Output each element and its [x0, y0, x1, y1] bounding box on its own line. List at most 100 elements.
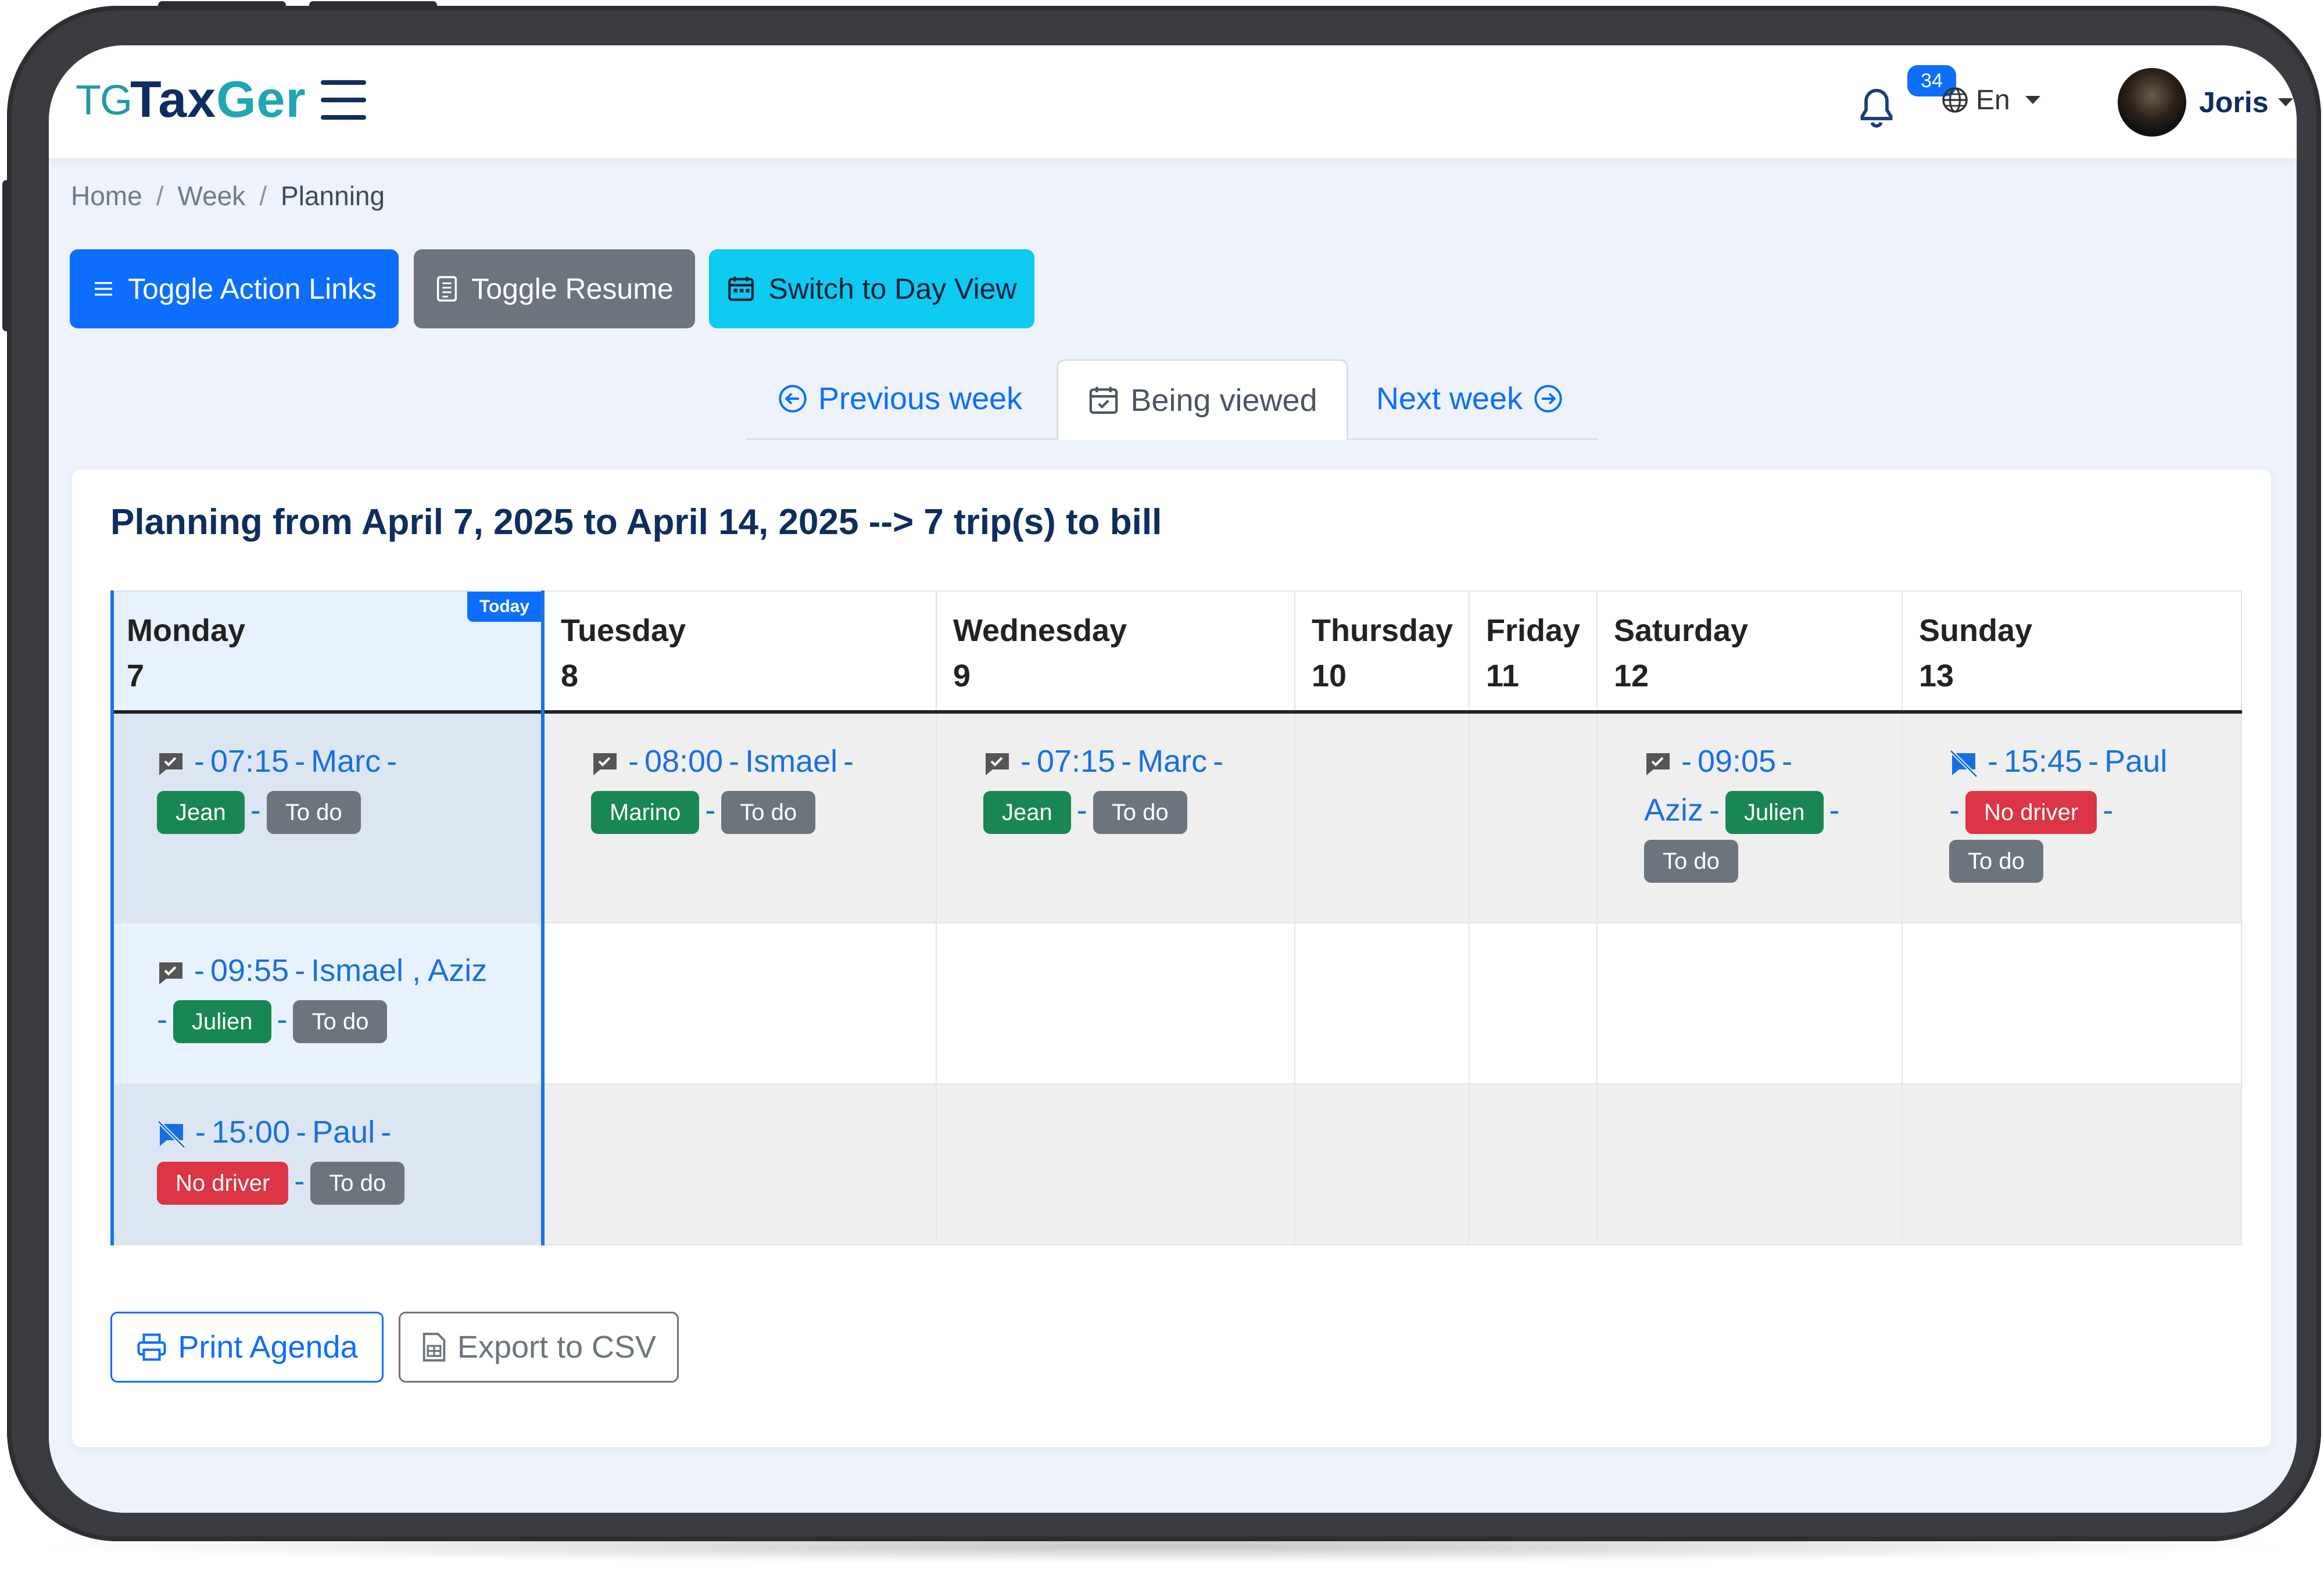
toggle-action-links-button[interactable]: Toggle Action Links	[70, 249, 399, 328]
cell-wednesday-row3	[937, 1084, 1295, 1245]
day-date: 8	[561, 658, 579, 693]
day-date: 10	[1312, 658, 1347, 693]
export-csv-label: Export to CSV	[457, 1330, 657, 1365]
logo-mark: TG	[76, 77, 133, 124]
day-date: 9	[953, 658, 971, 693]
logo-text[interactable]: TaxGer	[130, 70, 306, 129]
print-agenda-button[interactable]: Print Agenda	[110, 1312, 384, 1383]
trip-item[interactable]: -07:15- Marc - Jean - To do	[983, 737, 1285, 835]
bell-icon[interactable]	[1856, 87, 1897, 134]
driver-badge: Jean	[157, 790, 245, 834]
cell-friday-row3	[1470, 1084, 1598, 1245]
status-badge: To do	[1644, 839, 1738, 883]
trip-client: Ismael	[745, 744, 838, 779]
current-week-tab[interactable]: Being viewed	[1057, 359, 1348, 440]
trip-item[interactable]: -09:05- Aziz - Julien - To do	[1644, 737, 1888, 883]
message-check-icon	[159, 753, 182, 775]
logo-text-part1: Tax	[130, 70, 217, 128]
driver-badge: Marino	[591, 790, 700, 834]
hardware-button	[158, 1, 286, 9]
status-badge: To do	[266, 790, 361, 834]
avatar	[2118, 68, 2186, 137]
trip-client: Aziz	[1644, 793, 1704, 828]
trip-item[interactable]: -08:00- Ismael - Marino - To do	[591, 737, 928, 835]
cell-thursday-row2	[1295, 923, 1470, 1084]
day-name: Thursday	[1312, 613, 1453, 648]
day-header-saturday: Saturday 12	[1598, 590, 1903, 710]
calendar-icon	[728, 277, 754, 301]
cell-sunday-row2	[1903, 923, 2242, 1084]
trip-time: 09:55	[210, 953, 289, 988]
driver-badge: Jean	[983, 790, 1071, 834]
cell-friday-row2	[1470, 923, 1598, 1084]
trip-item[interactable]: -15:00- Paul - No driver - To do	[157, 1108, 517, 1205]
trip-client: Marc	[1137, 744, 1208, 779]
switch-day-view-button[interactable]: Switch to Day View	[709, 249, 1034, 328]
hardware-button	[309, 1, 437, 9]
day-header-tuesday: Tuesday 8	[545, 590, 937, 710]
day-date: 12	[1614, 658, 1649, 693]
menu-toggle-icon[interactable]	[321, 80, 366, 121]
message-off-icon	[1949, 749, 1978, 778]
trip-item[interactable]: -15:45- Paul - No driver - To do	[1949, 737, 2228, 883]
export-csv-button[interactable]: Export to CSV	[399, 1312, 679, 1383]
status-badge: To do	[1949, 839, 2043, 883]
driver-badge: Julien	[173, 1000, 271, 1043]
toggle-resume-label: Toggle Resume	[471, 273, 674, 305]
breadcrumb: Home / Week / Planning	[71, 181, 385, 211]
week-navigation: Previous week Being viewed Next week	[746, 359, 1598, 440]
day-name: Friday	[1486, 613, 1581, 648]
day-header-wednesday: Wednesday 9	[937, 590, 1295, 710]
cell-tuesday-row3	[545, 1084, 937, 1245]
user-menu[interactable]: Joris	[2118, 67, 2293, 137]
trip-time: 08:00	[644, 744, 724, 779]
cell-tuesday-row2	[545, 923, 937, 1084]
calendar-check-icon	[1090, 386, 1118, 414]
next-week-label: Next week	[1376, 381, 1523, 416]
next-week-link[interactable]: Next week	[1376, 359, 1563, 438]
current-week-label: Being viewed	[1130, 383, 1317, 418]
trip-time: 07:15	[1036, 744, 1116, 779]
status-badge: To do	[1093, 790, 1187, 834]
previous-week-link[interactable]: Previous week	[778, 359, 1022, 438]
trip-client: Marc	[311, 744, 381, 779]
hardware-button	[2, 180, 10, 331]
trip-item[interactable]: -07:15- Marc - Jean - To do	[157, 737, 517, 835]
day-name: Sunday	[1919, 613, 2033, 648]
breadcrumb-current: Planning	[281, 181, 385, 211]
message-check-icon	[986, 753, 1009, 775]
spreadsheet-icon	[422, 1333, 446, 1362]
language-selector[interactable]: En	[1941, 83, 2040, 117]
chevron-down-icon	[2278, 98, 2293, 106]
driver-badge: No driver	[157, 1161, 289, 1205]
toggle-action-links-label: Toggle Action Links	[127, 273, 377, 305]
print-agenda-label: Print Agenda	[178, 1330, 358, 1365]
breadcrumb-week[interactable]: Week	[178, 181, 246, 211]
tablet-frame: TG TaxGer 34 En Joris Home / Week / Plan…	[2, 1, 2321, 1541]
logo-text-part2: Ger	[216, 70, 306, 128]
trip-client: Paul	[312, 1115, 375, 1150]
day-name: Tuesday	[561, 613, 686, 648]
cell-friday-row1	[1470, 714, 1598, 923]
chevron-down-icon	[2025, 96, 2040, 104]
breadcrumb-home[interactable]: Home	[71, 181, 142, 211]
document-icon	[437, 276, 457, 302]
status-badge: To do	[310, 1161, 405, 1205]
planning-title: Planning from April 7, 2025 to April 14,…	[110, 502, 1162, 542]
cell-thursday-row1	[1295, 714, 1470, 923]
trip-client: Ismael , Aziz	[311, 953, 488, 988]
driver-badge: No driver	[1965, 790, 2097, 834]
day-date: 11	[1486, 658, 1520, 693]
trip-item[interactable]: -09:55- Ismael , Aziz - Julien - To do	[157, 946, 529, 1044]
top-navbar: TG TaxGer 34 En Joris	[49, 45, 2297, 158]
week-planning-table: Monday 7 Tuesday 8 Wednesday 9 Thursday …	[110, 590, 2242, 1245]
arrow-right-circle-icon	[1534, 385, 1562, 413]
trip-time: 09:05	[1697, 744, 1777, 779]
day-name: Saturday	[1614, 613, 1749, 648]
message-check-icon	[159, 962, 182, 984]
status-badge: To do	[721, 790, 816, 834]
day-name: Wednesday	[953, 613, 1127, 648]
toggle-resume-button[interactable]: Toggle Resume	[414, 249, 695, 328]
today-badge: Today	[467, 592, 542, 622]
day-header-sunday: Sunday 13	[1903, 590, 2242, 710]
